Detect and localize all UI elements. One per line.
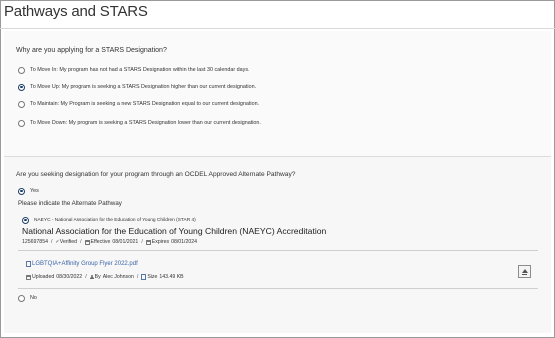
- option-move-in-label: To Move In: My program has not had a STA…: [30, 67, 250, 73]
- calendar-icon: [145, 239, 151, 245]
- option-maintain[interactable]: To Maintain: My Program is seeking a new…: [18, 99, 259, 109]
- expires-date: 08/01/2024: [171, 239, 198, 245]
- effective-label: Effective: [90, 239, 111, 245]
- radio-pathway[interactable]: [22, 216, 29, 224]
- radio-no[interactable]: [18, 294, 25, 302]
- radio-maintain[interactable]: [18, 100, 25, 108]
- upload-button[interactable]: [518, 265, 531, 278]
- pathway-id: 125697854: [22, 239, 48, 245]
- option-move-down[interactable]: To Move Down: My program is seeking a ST…: [18, 118, 261, 128]
- size-value: 143.49 KB: [159, 274, 184, 280]
- page-title: Pathways and STARS: [4, 3, 148, 20]
- file-link[interactable]: LGBTQIA+Affinity Group Flyer 2022.pdf: [26, 261, 138, 267]
- by-label: By: [94, 274, 101, 280]
- pathway-meta-row: 125697854 / ✓Verified / Effective 08/01/…: [22, 239, 198, 245]
- uploader-name: Alec Johnson: [102, 274, 134, 280]
- document-icon: [26, 261, 31, 267]
- file-name[interactable]: LGBTQIA+Affinity Group Flyer 2022.pdf: [32, 261, 138, 267]
- option-yes[interactable]: Yes: [18, 186, 39, 196]
- option-move-up[interactable]: To Move Up: My program is seeking a STAR…: [18, 82, 256, 92]
- uploaded-date: 08/30/2022: [56, 274, 83, 280]
- radio-move-down[interactable]: [18, 119, 25, 127]
- option-maintain-label: To Maintain: My Program is seeking a new…: [30, 101, 260, 107]
- calendar-icon: [84, 239, 90, 245]
- title-divider: [0, 28, 555, 29]
- option-move-in[interactable]: To Move In: My program has not had a STA…: [18, 65, 250, 75]
- option-no[interactable]: No: [18, 293, 37, 303]
- pathway-prompt: Please indicate the Alternate Pathway: [18, 200, 122, 207]
- option-no-label: No: [30, 295, 37, 301]
- uploaded-label: Uploaded: [32, 274, 55, 280]
- option-move-down-label: To Move Down: My program is seeking a ST…: [30, 120, 261, 126]
- main-content: Why are you applying for a STARS Designa…: [4, 31, 551, 333]
- pathway-card: NAEYC - National Association for the Edu…: [18, 212, 538, 320]
- expires-label: Expires: [151, 239, 170, 245]
- card-divider-top: [18, 250, 538, 251]
- file-meta-row: Uploaded 08/30/2022 / By Alec Johnson / …: [26, 274, 184, 280]
- card-divider-bottom: [18, 288, 538, 289]
- designation-reason-section: Why are you applying for a STARS Designa…: [4, 31, 551, 157]
- alternate-pathway-question: Are you seeking designation for your pro…: [16, 171, 296, 178]
- option-move-up-label: To Move Up: My program is seeking a STAR…: [30, 84, 257, 90]
- radio-move-in[interactable]: [18, 66, 25, 74]
- pathway-short-label: NAEYC - National Association for the Edu…: [34, 217, 196, 223]
- file-size-icon: [141, 274, 147, 280]
- radio-move-up[interactable]: [18, 83, 25, 91]
- pathway-full-name: National Association for the Education o…: [22, 226, 327, 236]
- designation-reason-question: Why are you applying for a STARS Designa…: [16, 47, 167, 54]
- radio-yes[interactable]: [18, 187, 25, 195]
- calendar-icon: [26, 274, 31, 280]
- alternate-pathway-section: Are you seeking designation for your pro…: [4, 157, 551, 333]
- pathway-option[interactable]: NAEYC - National Association for the Edu…: [22, 215, 196, 225]
- upload-icon: [521, 268, 528, 273]
- option-yes-label: Yes: [30, 188, 39, 194]
- user-icon: [89, 274, 94, 280]
- size-label: Size: [147, 274, 158, 280]
- verified-status: ✓Verified: [55, 239, 78, 245]
- effective-date: 08/01/2021: [112, 239, 139, 245]
